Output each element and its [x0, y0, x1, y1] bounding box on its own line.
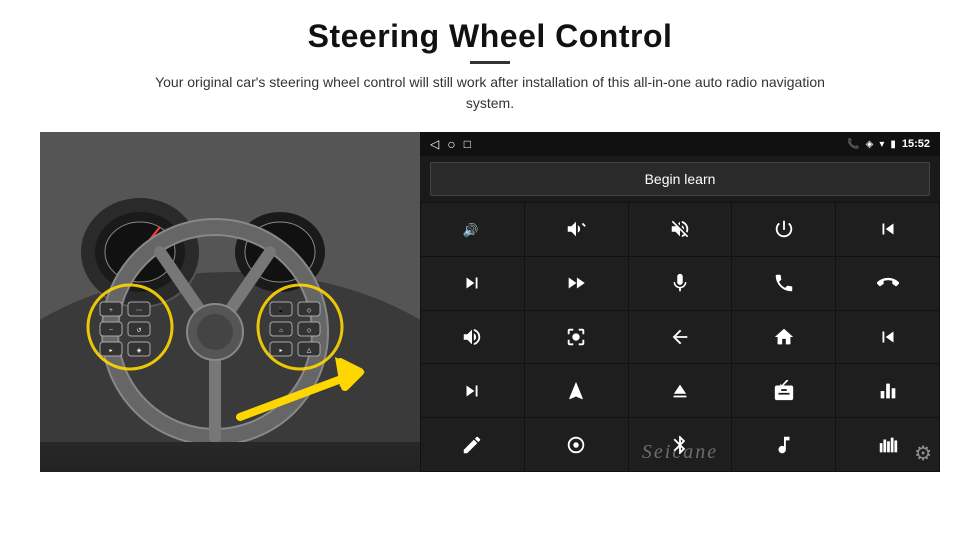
title-divider [470, 61, 510, 64]
android-status-bar: ◁ ○ □ 📞 ◈ ▾ ▮ 15:52 [420, 132, 940, 156]
power-button[interactable] [732, 203, 835, 256]
begin-learn-bar: Begin learn [420, 156, 940, 202]
svg-text:▸: ▸ [109, 348, 112, 354]
svg-text:⌂: ⌂ [279, 328, 283, 334]
bluetooth-button[interactable] [629, 418, 732, 471]
status-left: ◁ ○ □ [430, 136, 471, 152]
volume-down-button[interactable] [525, 203, 628, 256]
hang-up-button[interactable] [836, 257, 939, 310]
mute-button[interactable] [629, 203, 732, 256]
prev-track-button[interactable] [836, 203, 939, 256]
svg-text:↺: ↺ [136, 327, 141, 334]
svg-text:+: + [109, 306, 113, 314]
begin-learn-button[interactable]: Begin learn [430, 162, 930, 196]
back-nav-icon[interactable]: ◁ [430, 137, 439, 151]
next-track-button[interactable] [421, 257, 524, 310]
battery-status-icon: ▮ [890, 139, 896, 150]
navigate-button[interactable] [525, 364, 628, 417]
equalizer-button[interactable] [836, 364, 939, 417]
microphone-button[interactable] [629, 257, 732, 310]
rewind-button[interactable] [836, 311, 939, 364]
music-note-button[interactable] [732, 418, 835, 471]
back-nav-button[interactable] [629, 311, 732, 364]
car-image-panel: + ⋯ − ↺ ▸ ◈ 📱 ◇ ⌂ [40, 132, 420, 472]
recent-nav-icon[interactable]: □ [464, 137, 471, 151]
svg-text:▸: ▸ [279, 348, 282, 354]
circle-dot-button[interactable] [525, 418, 628, 471]
phone-status-icon: 📞 [847, 139, 859, 150]
eject-button[interactable] [629, 364, 732, 417]
home-nav-icon[interactable]: ○ [447, 136, 455, 152]
svg-text:⋯: ⋯ [136, 308, 142, 314]
camera-360-button[interactable] [525, 311, 628, 364]
page-wrapper: Steering Wheel Control Your original car… [0, 0, 980, 548]
horn-button[interactable] [421, 311, 524, 364]
car-image-bg: + ⋯ − ↺ ▸ ◈ 📱 ◇ ⌂ [40, 132, 420, 472]
svg-text:🔊: 🔊 [463, 222, 479, 239]
status-right: 📞 ◈ ▾ ▮ 15:52 [847, 138, 930, 150]
settings-icon[interactable]: ⚙ [914, 441, 932, 466]
title-section: Steering Wheel Control Your original car… [130, 18, 850, 126]
controls-grid: 🔊 [420, 202, 940, 472]
radio-button[interactable] [732, 364, 835, 417]
location-status-icon: ◈ [866, 139, 874, 150]
svg-text:📱: 📱 [277, 306, 284, 314]
fast-forward-button[interactable] [525, 257, 628, 310]
android-panel: ◁ ○ □ 📞 ◈ ▾ ▮ 15:52 Begin learn [420, 132, 940, 472]
svg-text:◈: ◈ [137, 348, 142, 354]
phone-call-button[interactable] [732, 257, 835, 310]
wifi-status-icon: ▾ [879, 139, 884, 150]
content-area: + ⋯ − ↺ ▸ ◈ 📱 ◇ ⌂ [40, 132, 940, 472]
page-title: Steering Wheel Control [130, 18, 850, 55]
volume-up-button[interactable]: 🔊 [421, 203, 524, 256]
subtitle: Your original car's steering wheel contr… [130, 72, 850, 114]
svg-text:◇: ◇ [307, 308, 312, 314]
status-time: 15:52 [902, 138, 930, 150]
svg-text:−: − [109, 325, 114, 334]
home-nav-button[interactable] [732, 311, 835, 364]
svg-text:△: △ [307, 348, 312, 354]
svg-text:◇: ◇ [307, 328, 312, 334]
skip-next-button[interactable] [421, 364, 524, 417]
pen-button[interactable] [421, 418, 524, 471]
